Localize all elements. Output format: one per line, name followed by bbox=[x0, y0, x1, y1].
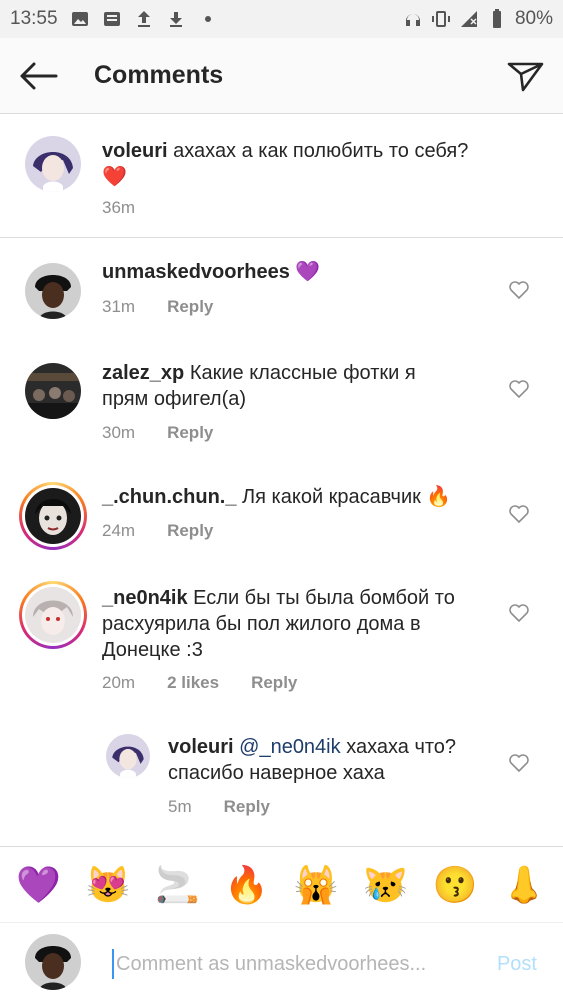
comment-body-line2: спасибо наверное хаха bbox=[168, 762, 385, 784]
comment-time: 31m bbox=[102, 297, 136, 316]
news-icon bbox=[103, 12, 120, 26]
emoji-kissing-face[interactable]: 😗 bbox=[427, 864, 483, 905]
signal-icon bbox=[460, 11, 477, 27]
emoji-weary-cat[interactable]: 🙀 bbox=[288, 864, 344, 905]
comment-body: Ля какой красавчик 🔥 bbox=[242, 486, 452, 508]
avatar bbox=[25, 934, 81, 990]
emoji-fire[interactable]: 🔥 bbox=[219, 864, 275, 905]
reply-button[interactable]: Reply bbox=[167, 423, 213, 443]
comment-meta: 24m Reply bbox=[102, 521, 213, 541]
comment-time: 5m bbox=[168, 797, 192, 816]
comment-username[interactable]: unmaskedvoorhees bbox=[102, 261, 290, 283]
caption-meta: 36m bbox=[102, 198, 135, 218]
like-heart-icon[interactable] bbox=[507, 600, 531, 624]
comment-time: 24m bbox=[102, 521, 136, 540]
comment-text: _ne0n4ik Если бы ты была бомбой то расху… bbox=[102, 585, 502, 663]
likes-count[interactable]: 2 likes bbox=[167, 673, 219, 693]
caption-text: voleuri ахахах а как полюбить то себя? ❤… bbox=[102, 138, 512, 190]
reply-button[interactable]: Reply bbox=[251, 673, 297, 693]
reply-button[interactable]: Reply bbox=[167, 297, 213, 317]
headphones-icon bbox=[405, 14, 420, 26]
status-bar: 13:55 80% bbox=[0, 0, 563, 38]
upload-icon bbox=[137, 11, 150, 27]
dot-icon bbox=[204, 16, 211, 22]
comment-body: Какие классные фотки я bbox=[189, 362, 416, 384]
comment-meta: 30m Reply bbox=[102, 423, 213, 443]
back-button[interactable] bbox=[0, 38, 76, 114]
comment-body: Если бы ты была бомбой то bbox=[193, 587, 455, 609]
caption-username[interactable]: voleuri bbox=[102, 140, 168, 162]
comment-username[interactable]: zalez_xp bbox=[102, 362, 184, 384]
comment-body: 💜 bbox=[295, 261, 321, 283]
back-arrow-icon bbox=[20, 62, 58, 89]
like-heart-icon[interactable] bbox=[507, 277, 531, 301]
comment-meta: 5m Reply bbox=[168, 797, 270, 817]
comment-body-line2: расхуярила бы пол жилого дома в bbox=[102, 613, 421, 635]
story-ring[interactable] bbox=[19, 482, 87, 550]
story-ring[interactable] bbox=[19, 581, 87, 649]
avatar[interactable] bbox=[106, 734, 150, 778]
status-time: 13:55 bbox=[10, 8, 58, 29]
avatar bbox=[25, 587, 81, 643]
comment-body-line2: прям офигел(а) bbox=[102, 388, 247, 410]
comment-time: 20m bbox=[102, 673, 136, 692]
download-icon bbox=[169, 12, 182, 27]
comment-body-line3: Донецке :3 bbox=[102, 639, 203, 661]
reply-button[interactable]: Reply bbox=[224, 797, 270, 817]
like-heart-icon[interactable] bbox=[507, 376, 531, 400]
comment-text: zalez_xp Какие классные фотки я прям офи… bbox=[102, 360, 482, 412]
caption-emoji: ❤️ bbox=[102, 166, 127, 188]
comment-input[interactable] bbox=[112, 949, 472, 979]
emoji-crying-cat[interactable]: 😿 bbox=[358, 864, 414, 905]
caption-body: ахахах а как полюбить то себя? bbox=[173, 140, 469, 162]
avatar bbox=[25, 488, 81, 544]
reply-button[interactable]: Reply bbox=[167, 521, 213, 541]
emoji-nose[interactable]: 👃 bbox=[496, 864, 552, 905]
emoji-purple-heart[interactable]: 💜 bbox=[11, 864, 67, 905]
battery-icon bbox=[492, 9, 501, 28]
app-header: Comments bbox=[0, 38, 563, 114]
comment-text: voleuri @_ne0n4ik хахаха что? спасибо на… bbox=[168, 734, 488, 786]
comment-text: _.chun.chun._ Ля какой красавчик 🔥 bbox=[102, 484, 502, 510]
comment-composer: Post bbox=[0, 922, 563, 1000]
avatar[interactable] bbox=[25, 263, 81, 319]
battery-percent: 80% bbox=[514, 8, 553, 29]
comment-meta: 31m Reply bbox=[102, 297, 213, 317]
image-icon bbox=[71, 12, 88, 26]
emoji-cigarette[interactable]: 🚬 bbox=[149, 864, 205, 905]
like-heart-icon[interactable] bbox=[507, 501, 531, 525]
page-title: Comments bbox=[94, 61, 224, 89]
comment-username[interactable]: _.chun.chun._ bbox=[102, 486, 236, 508]
avatar[interactable] bbox=[25, 363, 81, 419]
comment-time: 30m bbox=[102, 423, 136, 442]
comment-body: хахаха что? bbox=[346, 736, 457, 758]
comment-meta: 20m 2 likes Reply bbox=[102, 673, 297, 693]
emoji-quick-bar: 💜 😻 🚬 🔥 🙀 😿 😗 👃 bbox=[0, 846, 563, 922]
send-icon bbox=[507, 62, 544, 92]
comment-username[interactable]: _ne0n4ik bbox=[102, 587, 188, 609]
emoji-heart-eyes-cat[interactable]: 😻 bbox=[80, 864, 136, 905]
post-button[interactable]: Post bbox=[497, 953, 537, 976]
vibrate-icon bbox=[431, 11, 450, 27]
post-caption: voleuri ахахах а как полюбить то себя? ❤… bbox=[0, 114, 563, 238]
comment-text: unmaskedvoorhees 💜 bbox=[102, 259, 482, 285]
like-heart-icon[interactable] bbox=[507, 750, 531, 774]
direct-message-button[interactable] bbox=[501, 52, 549, 100]
comment-username[interactable]: voleuri bbox=[168, 736, 234, 758]
avatar[interactable] bbox=[25, 136, 81, 192]
comment-time: 36m bbox=[102, 198, 136, 217]
mention-link[interactable]: @_ne0n4ik bbox=[239, 736, 340, 758]
